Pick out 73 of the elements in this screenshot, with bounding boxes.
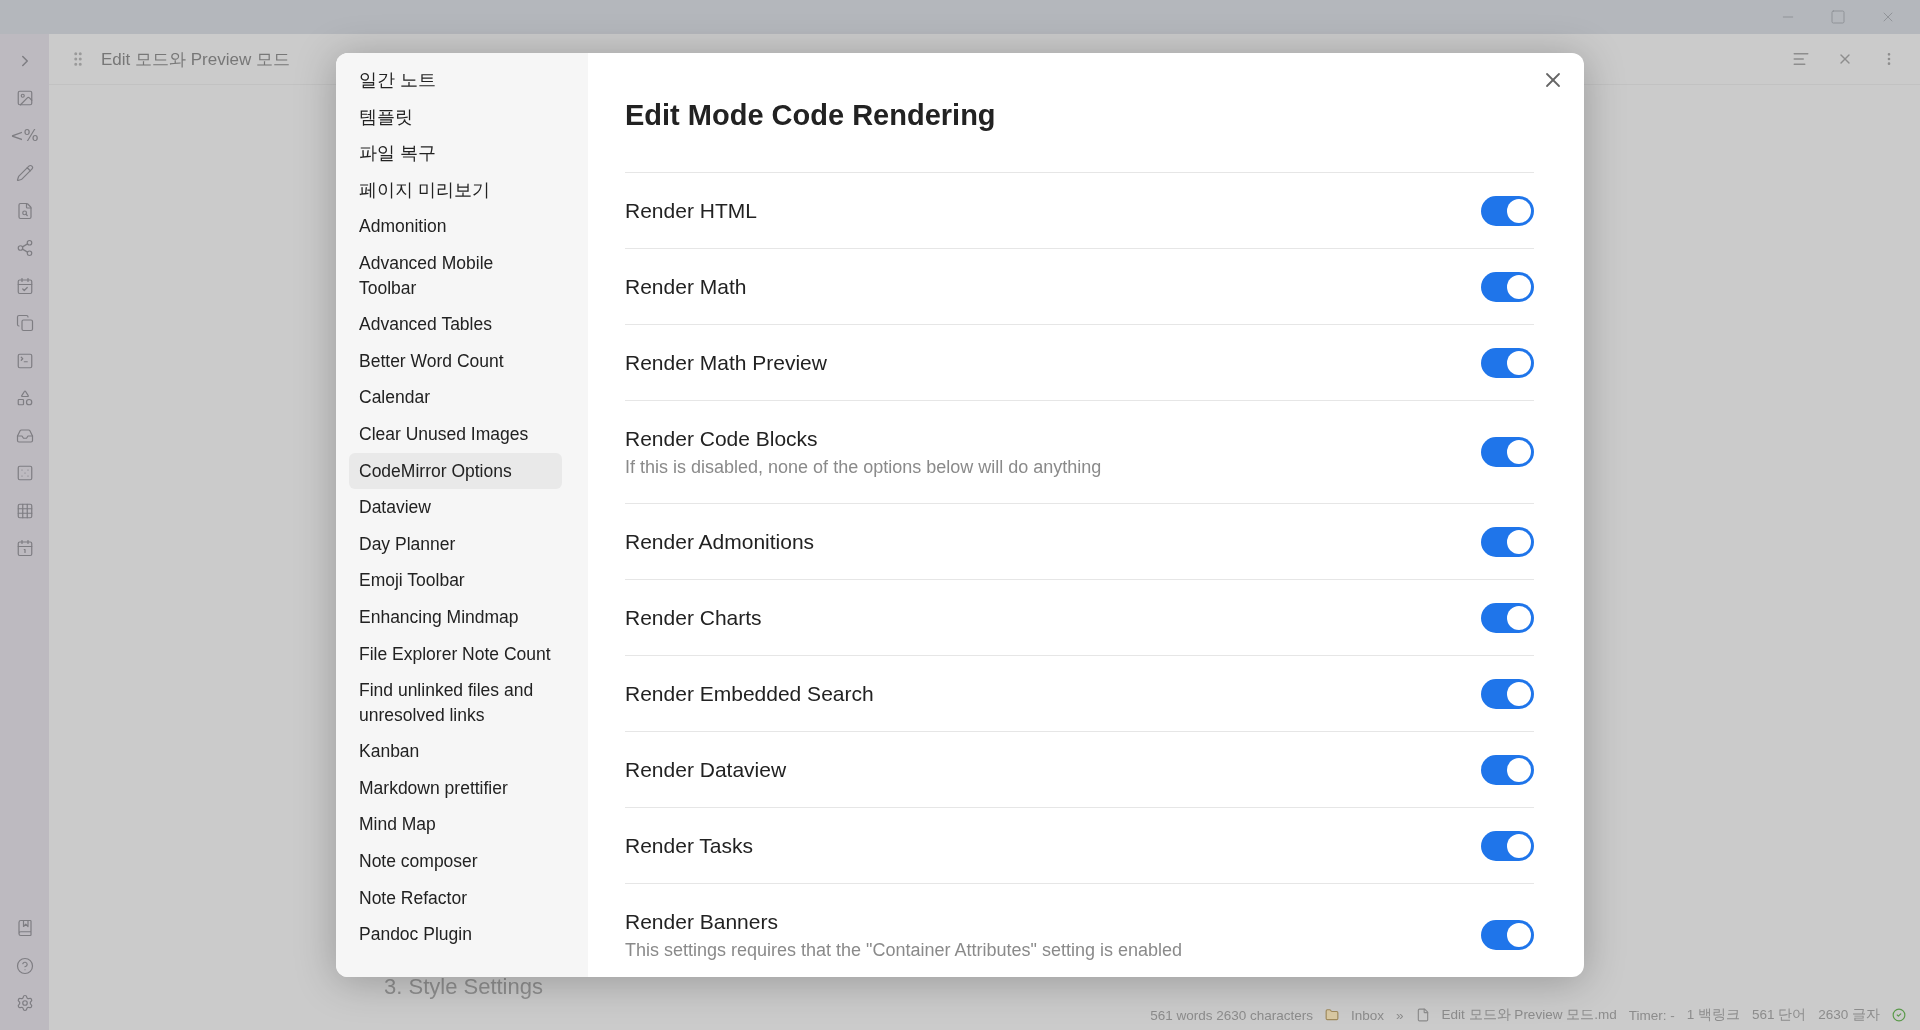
setting-name: Render Charts: [625, 605, 762, 630]
timer: Timer: -: [1628, 1007, 1675, 1023]
toggle-switch[interactable]: [1481, 602, 1534, 633]
setting-name: Render Embedded Search: [625, 681, 874, 706]
words: 561 단어: [1751, 1006, 1807, 1024]
settings-nav-item[interactable]: Find unlinked files and unresolved links: [349, 672, 562, 734]
settings-nav-item[interactable]: 템플릿: [349, 98, 562, 136]
book-icon[interactable]: [15, 919, 34, 938]
settings-heading: Edit Mode Code Rendering: [625, 98, 997, 133]
settings-nav-item[interactable]: Emoji Toolbar: [349, 562, 562, 599]
settings-nav-item[interactable]: Dataview: [349, 489, 562, 526]
setting-name: Render Admonitions: [625, 529, 815, 554]
settings-nav-item[interactable]: Better Word Count: [349, 342, 562, 380]
settings-nav-item[interactable]: Advanced Tables: [349, 306, 562, 343]
shapes-icon[interactable]: [15, 389, 34, 408]
dice-icon[interactable]: [15, 464, 34, 483]
pencil-icon[interactable]: [15, 164, 34, 183]
toggle-switch[interactable]: [1481, 271, 1534, 302]
settings-nav-item[interactable]: 페이지 미리보기: [349, 171, 562, 209]
inbox-icon[interactable]: [15, 426, 34, 445]
file-icon: [1415, 1008, 1430, 1022]
toggle-switch[interactable]: [1481, 195, 1534, 226]
outline-icon[interactable]: [1792, 50, 1810, 68]
settings-nav-item[interactable]: Day Planner: [349, 525, 562, 563]
toggle-switch[interactable]: [1481, 754, 1534, 785]
setting-name: Render Banners: [625, 909, 779, 934]
setting-description: This settings requires that the "Container Attributes" setting is enabled: [625, 939, 1183, 961]
copy-icon[interactable]: [15, 314, 34, 333]
setting-name: Render Math: [625, 274, 747, 299]
settings-nav-item[interactable]: Clear Unused Images: [349, 415, 562, 453]
table-icon[interactable]: [15, 501, 34, 520]
toggle-switch[interactable]: [1481, 437, 1534, 467]
calendar-icon[interactable]: [15, 539, 34, 558]
settings-nav-item[interactable]: Mind Map: [349, 806, 562, 844]
settings-nav-item[interactable]: Note Refactor: [349, 879, 562, 917]
sync-check-icon[interactable]: [1892, 1008, 1906, 1022]
characters: 2630 글자: [1818, 1006, 1880, 1024]
settings-nav-item[interactable]: 파일 복구: [349, 135, 562, 172]
setting-name: Render Dataview: [625, 757, 787, 782]
settings-nav-item[interactable]: Markdown prettifier: [349, 769, 562, 807]
toggle-switch[interactable]: [1481, 830, 1534, 861]
toggle-switch[interactable]: [1481, 526, 1534, 557]
settings-nav-item[interactable]: 일간 노트: [349, 62, 562, 99]
file-search-icon[interactable]: [15, 201, 34, 220]
image-icon[interactable]: [15, 89, 34, 108]
setting-description: If this is disabled, none of the options below will do anything: [625, 456, 1102, 478]
setting-name: Render Math Preview: [625, 350, 827, 375]
toggle-switch[interactable]: [1481, 678, 1534, 709]
settings-nav-item[interactable]: Admonition: [349, 208, 562, 245]
settings-nav-item[interactable]: CodeMirror Options: [349, 452, 562, 490]
settings-nav-item[interactable]: Enhancing Mindmap: [349, 598, 562, 636]
terminal-icon[interactable]: [15, 351, 34, 370]
settings-nav-item[interactable]: Note composer: [349, 843, 562, 880]
settings-nav-item[interactable]: Kanban: [349, 733, 562, 770]
setting-name: Render Tasks: [625, 833, 753, 858]
settings-nav-item[interactable]: Pandoc Plugin: [349, 916, 562, 953]
settings-nav-item[interactable]: Calendar: [349, 379, 562, 416]
breadcrumb-separator: »: [1396, 1007, 1404, 1023]
word-count: 561 words 2630 characters: [1150, 1007, 1314, 1023]
note-heading: 3. Style Settings: [384, 974, 543, 1000]
settings-icon[interactable]: [15, 994, 34, 1013]
note-title: Edit 모드와 Preview 모드: [101, 48, 291, 71]
settings-nav-item[interactable]: Advanced Mobile Toolbar: [349, 244, 562, 307]
toggle-switch[interactable]: [1481, 347, 1534, 378]
setting-name: Render HTML: [625, 198, 757, 223]
calendar-check-icon[interactable]: [15, 276, 34, 295]
setting-name: Render Code Blocks: [625, 426, 819, 451]
help-icon[interactable]: [15, 956, 34, 975]
toggle-switch[interactable]: [1481, 920, 1534, 950]
graph-icon[interactable]: [15, 239, 34, 258]
maximize-icon[interactable]: [1830, 9, 1846, 25]
settings-nav-item[interactable]: File Explorer Note Count: [349, 635, 562, 673]
folder-icon: [1325, 1008, 1340, 1022]
